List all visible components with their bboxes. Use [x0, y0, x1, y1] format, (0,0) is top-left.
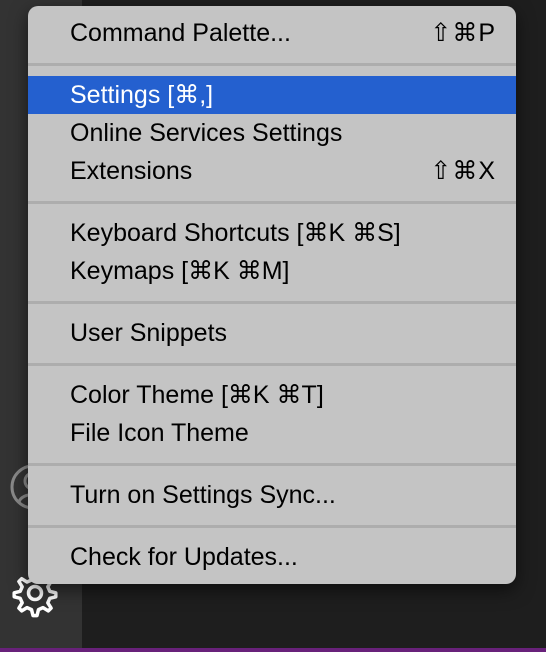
menu-item-label: User Snippets	[70, 318, 228, 347]
status-bar	[0, 648, 546, 652]
menu-item-shortcut: ⇧⌘P	[430, 19, 496, 47]
menu-item-label: Turn on Settings Sync...	[70, 480, 336, 509]
menu-separator	[28, 463, 516, 466]
menu-item-label: Settings [⌘,]	[70, 81, 214, 109]
menu-item-label: Extensions	[70, 156, 193, 185]
menu-item-label: Keymaps [⌘K ⌘M]	[70, 257, 290, 285]
menu-item-file-icon-theme[interactable]: File Icon Theme	[28, 414, 516, 452]
menu-item-label: Color Theme [⌘K ⌘T]	[70, 381, 324, 409]
menu-item-shortcut: ⇧⌘X	[430, 157, 496, 185]
menu-item-label: Online Services Settings	[70, 118, 343, 147]
menu-separator	[28, 301, 516, 304]
menu-item-user-snippets[interactable]: User Snippets	[28, 314, 516, 352]
menu-separator	[28, 525, 516, 528]
menu-item-label: Keyboard Shortcuts [⌘K ⌘S]	[70, 219, 401, 247]
menu-separator	[28, 201, 516, 204]
menu-item-check-for-updates[interactable]: Check for Updates...	[28, 538, 516, 576]
menu-item-settings-sync[interactable]: Turn on Settings Sync...	[28, 476, 516, 514]
menu-item-extensions[interactable]: Extensions ⇧⌘X	[28, 152, 516, 190]
menu-item-settings[interactable]: Settings [⌘,]	[28, 76, 516, 114]
menu-item-color-theme[interactable]: Color Theme [⌘K ⌘T]	[28, 376, 516, 414]
menu-item-label: File Icon Theme	[70, 418, 249, 447]
menu-separator	[28, 63, 516, 66]
manage-menu: Command Palette... ⇧⌘P Settings [⌘,] Onl…	[28, 6, 516, 584]
menu-item-keymaps[interactable]: Keymaps [⌘K ⌘M]	[28, 252, 516, 290]
menu-separator	[28, 363, 516, 366]
menu-item-label: Command Palette...	[70, 18, 291, 47]
menu-item-command-palette[interactable]: Command Palette... ⇧⌘P	[28, 14, 516, 52]
menu-item-label: Check for Updates...	[70, 542, 298, 571]
menu-item-online-services-settings[interactable]: Online Services Settings	[28, 114, 516, 152]
menu-item-keyboard-shortcuts[interactable]: Keyboard Shortcuts [⌘K ⌘S]	[28, 214, 516, 252]
